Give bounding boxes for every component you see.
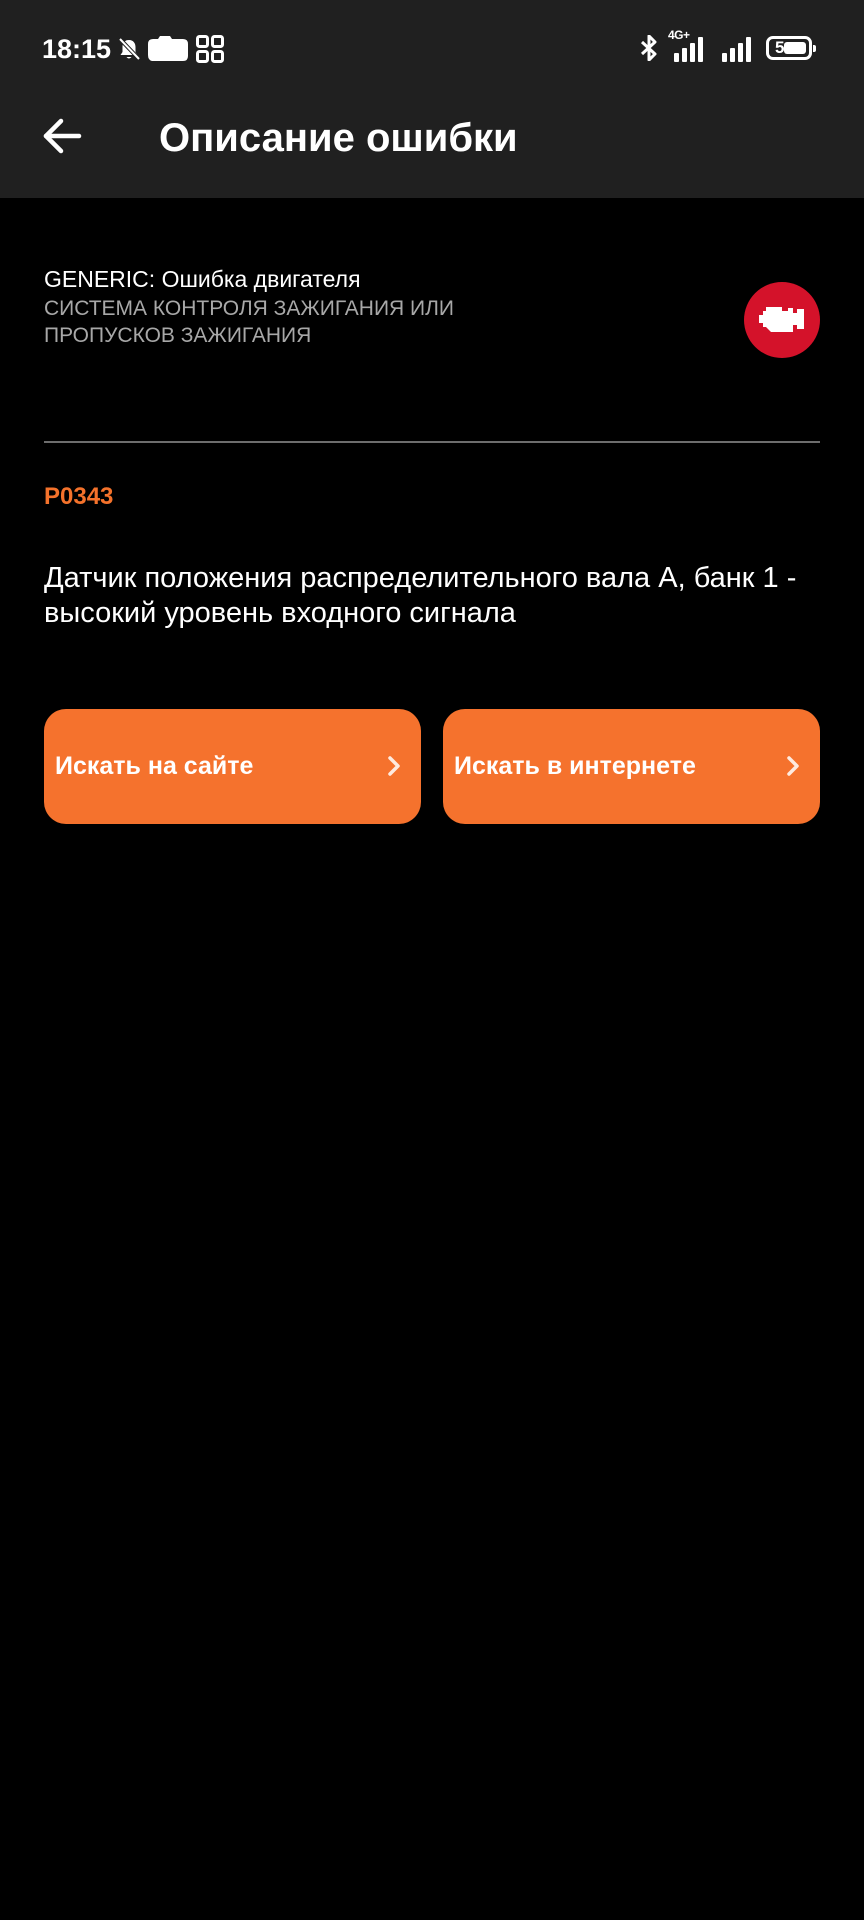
chevron-right-icon bbox=[787, 756, 799, 776]
mobile-signal-4g: 4G+ bbox=[668, 29, 710, 63]
bell-muted-icon bbox=[118, 37, 140, 61]
battery-level: 5 bbox=[775, 38, 785, 57]
error-category-title: GENERIC: Ошибка двигателя bbox=[44, 266, 361, 292]
search-internet-label: Искать в интернете bbox=[454, 752, 696, 780]
error-description: Датчик положения распределительного вала… bbox=[44, 562, 797, 629]
app-bar: Описание ошибки bbox=[0, 80, 864, 198]
back-arrow-icon bbox=[43, 118, 82, 154]
status-time: 18:15 bbox=[42, 34, 112, 64]
cloud-icon bbox=[148, 36, 188, 61]
search-site-button[interactable]: Искать на сайте bbox=[44, 709, 421, 824]
battery-indicator: 5 bbox=[766, 36, 816, 60]
back-button[interactable] bbox=[28, 102, 96, 170]
apps-grid-icon bbox=[196, 35, 224, 63]
page-title: Описание ошибки bbox=[159, 116, 518, 160]
engine-badge bbox=[744, 282, 820, 358]
search-internet-button[interactable]: Искать в интернете bbox=[443, 709, 820, 824]
status-left-icons bbox=[118, 34, 224, 64]
bluetooth-icon bbox=[640, 35, 657, 61]
signal-bars-icon bbox=[674, 37, 703, 62]
signal-bars-icon bbox=[722, 37, 751, 62]
status-right-icons: 4G+ 5 bbox=[640, 29, 816, 64]
error-header: GENERIC: Ошибка двигателя СИСТЕМА КОНТРО… bbox=[44, 264, 644, 349]
error-code: P0343 bbox=[44, 483, 114, 510]
status-bar: 18:15 4G+ 5 bbox=[0, 0, 864, 80]
error-system-name: СИСТЕМА КОНТРОЛЯ ЗАЖИГАНИЯ ИЛИ ПРОПУСКОВ… bbox=[44, 297, 455, 347]
chevron-right-icon bbox=[388, 756, 400, 776]
check-engine-icon bbox=[759, 307, 804, 332]
divider bbox=[44, 441, 820, 443]
search-site-label: Искать на сайте bbox=[55, 752, 254, 780]
